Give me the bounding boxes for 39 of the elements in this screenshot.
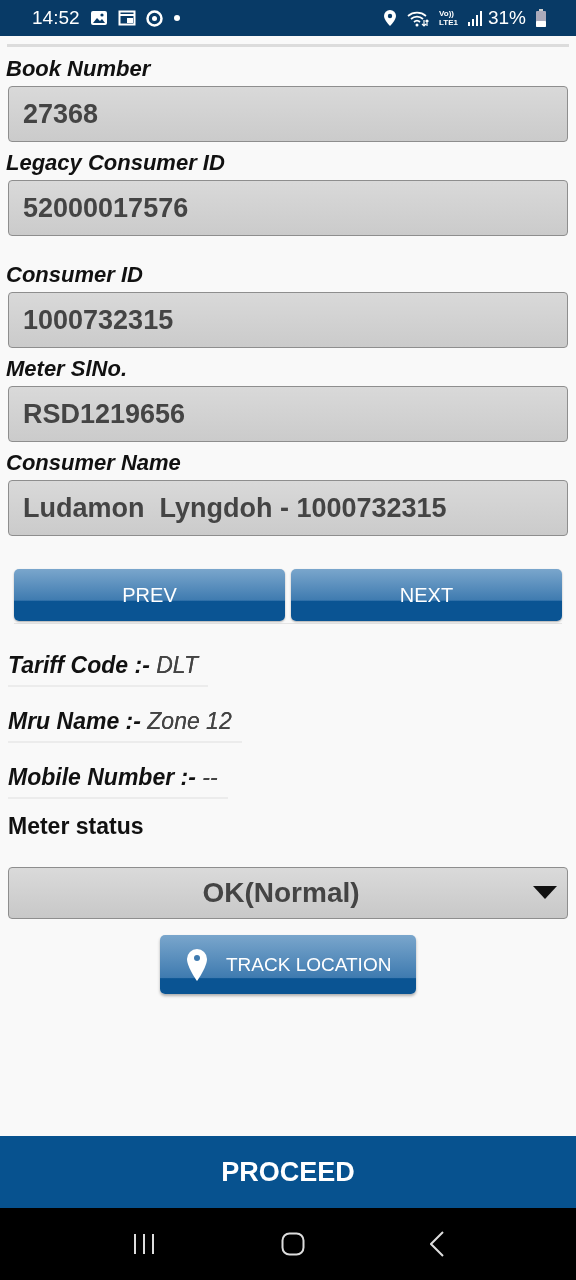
input-field[interactable]: Ludamon Lyngdoh - 1000732315 xyxy=(8,480,568,536)
location-icon xyxy=(383,9,397,27)
input-field[interactable]: 27368 xyxy=(8,86,568,142)
caret-icon xyxy=(533,886,557,900)
track-location-button[interactable]: TRACK LOCATION xyxy=(160,935,416,994)
detail-value: DLT xyxy=(156,652,198,678)
detail-label: Mru Name :- xyxy=(8,708,141,734)
detail-label: Tariff Code :- xyxy=(8,652,150,678)
field-label: Consumer ID xyxy=(5,262,144,288)
battery-icon xyxy=(536,9,546,27)
location-pin-icon xyxy=(186,947,208,982)
network-label: Vo)) xyxy=(439,9,455,18)
field-label: Legacy Consumer ID xyxy=(5,150,226,176)
clock: 14:52 xyxy=(32,7,80,29)
field-label: Consumer Name xyxy=(5,450,182,476)
detail-value: Zone 12 xyxy=(147,708,232,734)
browser-icon xyxy=(145,9,163,27)
recent-apps-icon[interactable] xyxy=(132,1233,157,1255)
input-field[interactable]: 1000732315 xyxy=(8,292,568,348)
status-dropdown[interactable]: OK(Normal) xyxy=(8,867,568,919)
meter-status-label: Meter status xyxy=(8,812,145,840)
dot-icon xyxy=(172,14,181,22)
battery-percent: 31% xyxy=(487,7,526,29)
home-icon[interactable] xyxy=(281,1232,305,1256)
field-label: Meter SlNo. xyxy=(5,356,129,382)
signal-icon xyxy=(467,10,482,26)
detail-label: Mobile Number :- xyxy=(8,764,196,790)
detail-value: -- xyxy=(202,764,218,790)
input-field[interactable]: RSD1219656 xyxy=(8,386,568,442)
back-icon[interactable] xyxy=(429,1231,444,1257)
input-field[interactable]: 52000017576 xyxy=(8,180,568,236)
proceed-button[interactable]: PROCEED xyxy=(0,1136,576,1208)
pager-button[interactable]: PREV xyxy=(14,569,285,621)
pager-button[interactable]: NEXT xyxy=(291,569,562,621)
network-label: LTE1 xyxy=(439,18,458,27)
calendar-icon xyxy=(117,10,136,26)
field-label: Book Number xyxy=(5,56,153,82)
wifi-icon xyxy=(407,9,429,27)
picture-icon xyxy=(89,10,108,26)
